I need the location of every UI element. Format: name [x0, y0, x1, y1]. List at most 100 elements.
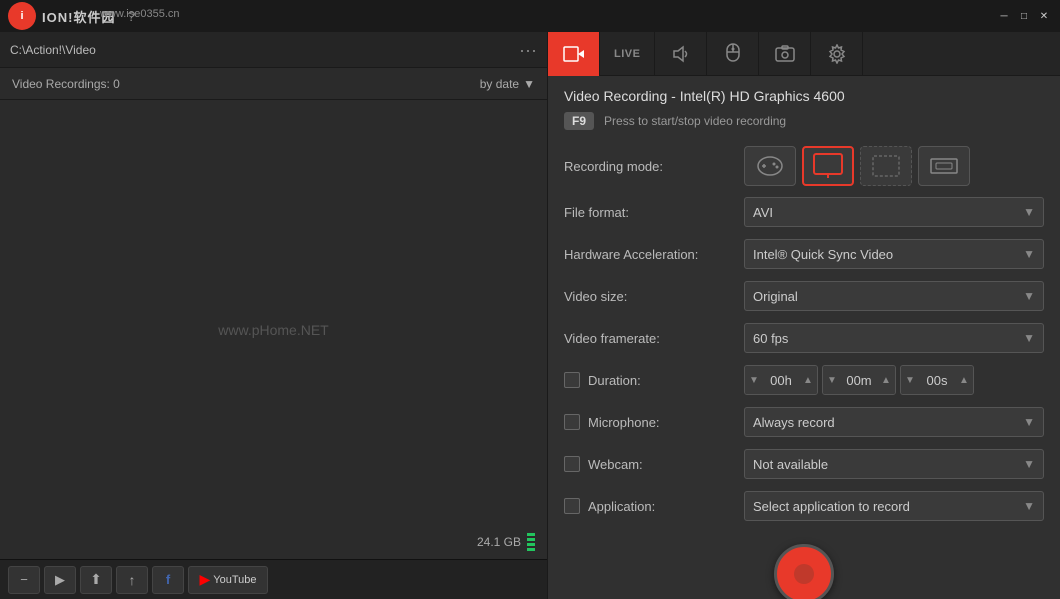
webcam-value: Not available: [753, 457, 828, 472]
mode-hdmi-button[interactable]: [918, 146, 970, 186]
titlebar-left: i ION!软件园 ? www.ise0355.cn: [8, 2, 141, 30]
duration-hours-down[interactable]: ▼: [745, 366, 763, 394]
microphone-arrow-icon: ▼: [1023, 415, 1035, 429]
facebook-button[interactable]: f: [152, 566, 184, 594]
tab-live[interactable]: LIVE: [600, 32, 655, 76]
duration-label-row: Duration:: [564, 372, 744, 388]
close-button[interactable]: ✕: [1036, 8, 1052, 24]
video-size-control: Original ▼: [744, 281, 1044, 311]
screen-icon: [812, 152, 844, 180]
hardware-accel-value: Intel® Quick Sync Video: [753, 247, 893, 262]
tabs-bar: LIVE: [548, 32, 1060, 76]
duration-seconds-down[interactable]: ▼: [901, 366, 919, 394]
tab-settings[interactable]: [811, 32, 863, 76]
application-arrow-icon: ▼: [1023, 499, 1035, 513]
webcam-checkbox[interactable]: [564, 456, 580, 472]
webcam-dropdown[interactable]: Not available ▼: [744, 449, 1044, 479]
sort-label: by date: [480, 77, 519, 91]
duration-hours-up[interactable]: ▲: [799, 366, 817, 394]
application-control: Select application to record ▼: [744, 491, 1044, 521]
minus-button[interactable]: −: [8, 566, 40, 594]
play-button[interactable]: ▶: [44, 566, 76, 594]
video-size-value: Original: [753, 289, 798, 304]
duration-minutes-down[interactable]: ▼: [823, 366, 841, 394]
video-framerate-label: Video framerate:: [564, 331, 744, 346]
duration-seconds-group: ▼ 00s ▲: [900, 365, 974, 395]
share-button[interactable]: ↑: [116, 566, 148, 594]
sort-button[interactable]: by date ▼: [480, 77, 535, 91]
duration-inputs: ▼ 00h ▲ ▼ 00m ▲ ▼ 00s ▲: [744, 365, 974, 395]
video-framerate-row: Video framerate: 60 fps ▼: [564, 322, 1044, 354]
file-format-dropdown[interactable]: AVI ▼: [744, 197, 1044, 227]
maximize-button[interactable]: □: [1016, 8, 1032, 24]
section-title: Video Recording - Intel(R) HD Graphics 4…: [564, 88, 1044, 104]
mode-gamepad-button[interactable]: [744, 146, 796, 186]
mode-region-button[interactable]: [860, 146, 912, 186]
file-format-control: AVI ▼: [744, 197, 1044, 227]
content-area: Video Recording - Intel(R) HD Graphics 4…: [548, 76, 1060, 599]
tab-screenshot[interactable]: [759, 32, 811, 76]
recording-mode-label: Recording mode:: [564, 159, 744, 174]
sort-chevron-icon: ▼: [523, 77, 535, 91]
hardware-accel-dropdown[interactable]: Intel® Quick Sync Video ▼: [744, 239, 1044, 269]
left-panel: C:\Action!\Video ··· Video Recordings: 0…: [0, 32, 548, 599]
video-size-row: Video size: Original ▼: [564, 280, 1044, 312]
youtube-button[interactable]: ▶ YouTube: [188, 566, 268, 594]
folder-options-button[interactable]: ···: [519, 41, 537, 59]
video-size-arrow-icon: ▼: [1023, 289, 1035, 303]
video-size-dropdown[interactable]: Original ▼: [744, 281, 1044, 311]
duration-label: Duration:: [588, 373, 641, 388]
application-label: Application:: [588, 499, 655, 514]
hardware-accel-label: Hardware Acceleration:: [564, 247, 744, 262]
mode-screen-button[interactable]: [802, 146, 854, 186]
upload-button[interactable]: ⬆: [80, 566, 112, 594]
microphone-checkbox[interactable]: [564, 414, 580, 430]
webcam-label: Webcam:: [588, 457, 643, 472]
tab-mouse[interactable]: [707, 32, 759, 76]
video-framerate-dropdown[interactable]: 60 fps ▼: [744, 323, 1044, 353]
file-format-value: AVI: [753, 205, 773, 220]
video-framerate-arrow-icon: ▼: [1023, 331, 1035, 345]
video-framerate-value: 60 fps: [753, 331, 788, 346]
center-watermark: www.pHome.NET: [218, 322, 328, 338]
right-panel: LIVE: [548, 32, 1060, 599]
tab-video[interactable]: [548, 32, 600, 76]
duration-seconds-up[interactable]: ▲: [955, 366, 973, 394]
recording-mode-row: Recording mode:: [564, 146, 1044, 186]
duration-hours-group: ▼ 00h ▲: [744, 365, 818, 395]
recordings-area: www.pHome.NET 24.1 GB: [0, 100, 547, 559]
duration-minutes-group: ▼ 00m ▲: [822, 365, 896, 395]
webcam-arrow-icon: ▼: [1023, 457, 1035, 471]
hardware-accel-arrow-icon: ▼: [1023, 247, 1035, 261]
storage-size: 24.1 GB: [477, 535, 521, 549]
duration-row: Duration: ▼ 00h ▲ ▼ 00m ▲: [564, 364, 1044, 396]
file-format-arrow-icon: ▼: [1023, 205, 1035, 219]
microphone-label-row: Microphone:: [564, 414, 744, 430]
mode-buttons: [744, 146, 970, 186]
storage-info: 24.1 GB: [477, 533, 535, 551]
application-value: Select application to record: [753, 499, 910, 514]
duration-control: ▼ 00h ▲ ▼ 00m ▲ ▼ 00s ▲: [744, 365, 1044, 395]
left-header: C:\Action!\Video ···: [0, 32, 547, 68]
duration-minutes-value: 00m: [841, 373, 877, 388]
titlebar: i ION!软件园 ? www.ise0355.cn ─ □ ✕: [0, 0, 1060, 32]
facebook-icon: f: [166, 572, 170, 587]
hardware-accel-control: Intel® Quick Sync Video ▼: [744, 239, 1044, 269]
application-dropdown[interactable]: Select application to record ▼: [744, 491, 1044, 521]
tab-audio[interactable]: [655, 32, 707, 76]
upload-icon: ⬆: [90, 571, 102, 588]
application-label-row: Application:: [564, 498, 744, 514]
region-icon: [871, 154, 901, 178]
storage-bar-icon: [527, 533, 535, 551]
microphone-dropdown[interactable]: Always record ▼: [744, 407, 1044, 437]
video-framerate-control: 60 fps ▼: [744, 323, 1044, 353]
webcam-label-row: Webcam:: [564, 456, 744, 472]
minimize-button[interactable]: ─: [996, 8, 1012, 24]
record-button[interactable]: [774, 544, 834, 599]
application-checkbox[interactable]: [564, 498, 580, 514]
main-layout: C:\Action!\Video ··· Video Recordings: 0…: [0, 32, 1060, 599]
gamepad-icon: [756, 155, 784, 177]
duration-minutes-up[interactable]: ▲: [877, 366, 895, 394]
microphone-row: Microphone: Always record ▼: [564, 406, 1044, 438]
duration-checkbox[interactable]: [564, 372, 580, 388]
